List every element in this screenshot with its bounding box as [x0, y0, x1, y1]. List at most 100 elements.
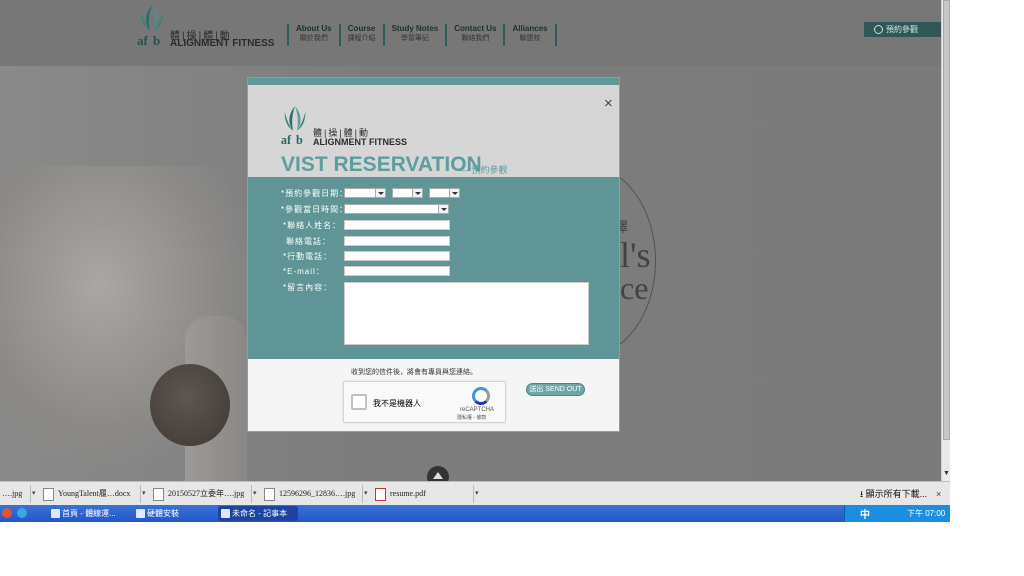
modal-header: × af b 體|操|體|動 ALIGNMENT FITNESS VIST RE…	[248, 85, 619, 177]
site-header: af b 體|操|體|動 ALIGNMENT FITNESS About Us …	[0, 0, 941, 66]
input-language-indicator[interactable]: 中	[860, 506, 870, 521]
system-tray: 中 下午 07:00	[844, 505, 950, 522]
download-item-name: 12596296_12836….jpg	[279, 489, 356, 498]
message-textarea[interactable]	[344, 282, 589, 345]
recaptcha-checkbox[interactable]	[351, 394, 367, 410]
recaptcha-icon	[472, 387, 490, 405]
taskbar-button-chrome[interactable]: 首頁 - 體線運...	[48, 506, 128, 521]
modal-logo-en: ALIGNMENT FITNESS	[313, 137, 407, 147]
taskbar-button-hardware[interactable]: 硬體安裝	[133, 506, 213, 521]
svg-text:af: af	[281, 133, 292, 147]
modal-subtitle: — 預約參觀	[460, 165, 508, 175]
reserve-visit-button[interactable]: 預約參觀	[864, 22, 941, 37]
logo-feather-icon: af b	[137, 5, 163, 47]
image-file-icon	[153, 487, 164, 501]
nav-study-notes-cn: 學習筆記	[400, 35, 429, 42]
show-all-downloads-label: 顯示所有下載...	[865, 489, 928, 499]
nav-about-us-en: About Us	[296, 24, 332, 33]
browser-quicklaunch-icon[interactable]	[2, 508, 12, 518]
download-item-name: ….jpg	[2, 489, 23, 498]
scroll-up-icon[interactable]	[427, 466, 449, 481]
date-month-select[interactable]	[392, 188, 423, 198]
tray-clock[interactable]: 下午 07:00	[907, 508, 945, 519]
nav-about-us[interactable]: About Us 關於我們	[287, 24, 339, 46]
download-item[interactable]: resume.pdf	[375, 485, 426, 503]
taskbar-button-notepad[interactable]: 未命名 - 記事本	[218, 506, 298, 521]
date-label: *預約參觀日期：	[281, 189, 349, 198]
vertical-scrollbar[interactable]: ▼	[941, 0, 950, 481]
recaptcha-brand: reCAPTCHA	[460, 407, 495, 413]
scrollbar-thumb[interactable]	[943, 0, 950, 440]
recaptcha-widget: 我不是機器人 reCAPTCHA 隱私權 - 條款	[343, 381, 506, 423]
pdf-file-icon	[375, 487, 386, 501]
nav-alliances-en: Alliances	[512, 24, 548, 33]
show-all-downloads-link[interactable]: ⭳ 顯示所有下載...	[860, 485, 927, 503]
reserve-visit-label: 預約參觀	[886, 25, 918, 34]
download-item[interactable]: YoungTalent履…docx	[43, 485, 130, 503]
folder-icon	[136, 509, 145, 518]
download-menu-chevron-icon[interactable]: ▾	[140, 485, 148, 503]
hero-person-head	[150, 364, 230, 446]
taskbar-button-label: 首頁 - 體線運...	[62, 509, 116, 518]
nav-contact-us-cn: 聯絡我們	[461, 35, 490, 42]
download-item[interactable]: 12596296_12836….jpg	[264, 485, 355, 503]
nav-alliances-cn: 聯盟校	[519, 35, 541, 42]
name-input[interactable]	[344, 220, 450, 230]
word-doc-icon	[43, 487, 54, 501]
nav-course[interactable]: Course 課程介紹	[338, 24, 383, 46]
ie-quicklaunch-icon[interactable]	[17, 508, 27, 518]
svg-text:b: b	[153, 33, 160, 47]
date-day-select[interactable]	[429, 188, 460, 198]
svg-text:b: b	[296, 133, 303, 147]
close-icon[interactable]: ×	[604, 96, 613, 111]
mobile-input[interactable]	[344, 251, 450, 261]
logo-en: ALIGNMENT FITNESS	[170, 38, 275, 49]
close-download-bar-icon[interactable]: ×	[936, 485, 941, 503]
download-menu-chevron-icon[interactable]: ▾	[30, 485, 38, 503]
download-item[interactable]: ….jpg	[2, 485, 22, 503]
screen: af b 體|操|體|動 ALIGNMENT FITNESS About Us …	[0, 0, 1024, 576]
modal-logo: af b 體|操|體|動 ALIGNMENT FITNESS	[279, 103, 419, 147]
download-item-name: 20150527立委年….jpg	[168, 489, 245, 498]
send-out-button[interactable]: 送出 SEND OUT	[526, 383, 585, 396]
nav-study-notes[interactable]: Study Notes 學習筆記	[382, 24, 446, 46]
nav-contact-us[interactable]: Contact Us 聯絡我們	[445, 24, 503, 46]
svg-text:af: af	[137, 33, 149, 47]
chevron-down-icon	[412, 189, 422, 197]
download-menu-chevron-icon[interactable]: ▾	[251, 485, 259, 503]
recaptcha-label: 我不是機器人	[373, 399, 421, 408]
taskbar-button-label: 硬體安裝	[147, 509, 179, 518]
refresh-icon	[874, 25, 883, 34]
site-logo[interactable]: af b 體|操|體|動 ALIGNMENT FITNESS	[135, 3, 274, 49]
phone-input[interactable]	[344, 236, 450, 246]
scroll-down-arrow-icon[interactable]: ▼	[943, 470, 950, 477]
chrome-icon	[51, 509, 60, 518]
phone-label: 聯絡電話：	[286, 237, 331, 246]
nav-about-us-cn: 關於我們	[299, 35, 328, 42]
nav-course-en: Course	[347, 24, 376, 33]
windows-taskbar: 首頁 - 體線運... 硬體安裝 未命名 - 記事本 中 下午 07:00	[0, 505, 950, 522]
time-label: *參觀當日時間：	[281, 205, 349, 214]
hero-text-line3: ce	[620, 270, 649, 306]
time-select[interactable]	[344, 204, 449, 214]
download-item-name: resume.pdf	[390, 489, 426, 498]
modal-top-band	[248, 78, 619, 85]
main-nav: About Us 關於我們 Course 課程介紹 Study Notes 學習…	[287, 24, 557, 46]
download-item[interactable]: 20150527立委年….jpg	[153, 485, 244, 503]
download-bar: ….jpg ▾ YoungTalent履…docx ▾ 20150527立委年……	[0, 481, 950, 505]
recaptcha-links[interactable]: 隱私權 - 條款	[457, 414, 486, 421]
nav-alliances[interactable]: Alliances 聯盟校	[503, 24, 557, 46]
download-menu-chevron-icon[interactable]: ▾	[362, 485, 370, 503]
mobile-label: *行動電話：	[283, 252, 333, 261]
date-year-select[interactable]	[344, 188, 386, 198]
modal-title: VIST RESERVATION	[281, 153, 482, 176]
email-label: *E-mail：	[283, 267, 325, 276]
download-menu-chevron-icon[interactable]: ▾	[473, 485, 481, 503]
logo-feather-icon: af b	[281, 106, 306, 147]
email-input[interactable]	[344, 266, 450, 276]
nav-course-cn: 課程介紹	[347, 35, 376, 42]
chevron-down-icon	[449, 189, 459, 197]
notepad-icon	[221, 509, 230, 518]
download-item-name: YoungTalent履…docx	[58, 489, 131, 498]
nav-study-notes-en: Study Notes	[391, 24, 439, 33]
